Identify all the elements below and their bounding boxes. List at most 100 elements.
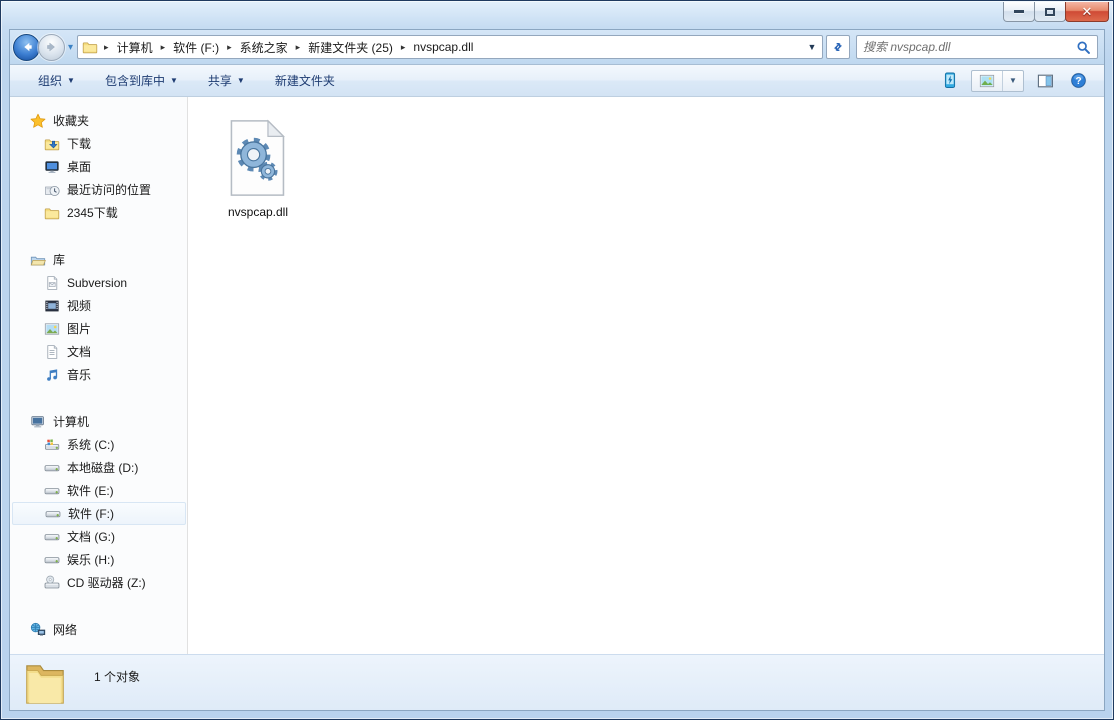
sidebar-section: 计算机 系统 (C:) 本地磁盘 (D:) 软件 (E:) 软件 (F:) 文档…: [10, 410, 187, 594]
dll-icon: [227, 119, 289, 197]
breadcrumb-separator-icon[interactable]: ▸: [157, 42, 170, 53]
address-bar[interactable]: ▸ 计算机 ▸ 软件 (F:) ▸ 系统之家 ▸ 新建文件夹 (25) ▸ nvspcap.dll…: [77, 35, 823, 59]
client-area: ▾ ▸ 计算机 ▸ 软件 (F:) ▸ 系统之家 ▸ 新建文件夹 (25) ▸ nvspcap.d…: [9, 29, 1105, 711]
breadcrumb-item[interactable]: 软件 (F:): [169, 37, 223, 58]
minimize-button[interactable]: [1003, 2, 1035, 22]
toolbar-button[interactable]: 共享 ▼: [200, 67, 253, 94]
drive-icon: [44, 529, 60, 545]
folder-icon: [82, 39, 98, 55]
chevron-down-icon: ▼: [169, 76, 178, 85]
search-input[interactable]: [863, 40, 1076, 54]
video-icon: [44, 298, 60, 314]
breadcrumb: ▸ 计算机 ▸ 软件 (F:) ▸ 系统之家 ▸ 新建文件夹 (25) ▸ nvspcap.dll: [100, 37, 804, 58]
sidebar-item[interactable]: 最近访问的位置: [10, 178, 187, 201]
help-icon: ?: [1070, 72, 1087, 89]
close-icon: ✕: [1081, 4, 1093, 19]
help-button[interactable]: ?: [1067, 69, 1090, 92]
desktop-icon: [44, 159, 60, 175]
picture-icon: [44, 321, 60, 337]
command-bar: 组织 ▼ 包含到库中 ▼ 共享 ▼ 新建文件夹 ▼?: [10, 64, 1104, 97]
item-count-label: 1 个对象: [94, 670, 141, 684]
network-icon: [30, 622, 46, 638]
views-icon: [979, 74, 995, 88]
minimize-icon: [1014, 10, 1024, 13]
drive-icon: [44, 552, 60, 568]
breadcrumb-separator-icon[interactable]: ▸: [223, 42, 236, 53]
drive-win-icon: [44, 437, 60, 453]
sidebar-item[interactable]: 文档 (G:): [10, 525, 187, 548]
sidebar-item[interactable]: Subversion: [10, 271, 187, 294]
preview-button[interactable]: [1034, 70, 1057, 92]
toolbar-button-label: 组织: [38, 74, 63, 88]
views-split-button[interactable]: ▼: [971, 69, 1024, 92]
toolbar-button[interactable]: 新建文件夹: [267, 67, 343, 94]
close-button[interactable]: ✕: [1065, 2, 1109, 22]
titlebar-controls: ✕: [1003, 2, 1109, 22]
views-dropdown-button[interactable]: ▼: [1003, 71, 1023, 91]
toolbar-button[interactable]: 包含到库中 ▼: [97, 67, 186, 94]
sidebar-item[interactable]: 视频: [10, 294, 187, 317]
file-item[interactable]: nvspcap.dll: [208, 109, 308, 219]
library-icon: [30, 252, 46, 268]
music-icon: [44, 367, 60, 383]
sidebar-item[interactable]: 文档: [10, 340, 187, 363]
toolbar-button-label: 新建文件夹: [274, 74, 335, 88]
file-list-area[interactable]: nvspcap.dll: [188, 97, 1104, 654]
toolbar-button-label: 共享: [207, 74, 232, 88]
svg-text:?: ?: [1075, 76, 1081, 87]
doc-icon: [44, 344, 60, 360]
forward-arrow-icon: [45, 40, 59, 54]
breadcrumb-separator-icon[interactable]: ▸: [397, 42, 410, 53]
preview-icon: [1037, 73, 1054, 89]
folder-download-icon: [44, 136, 60, 152]
sidebar-item[interactable]: 2345下载: [10, 201, 187, 224]
device-button[interactable]: [939, 69, 961, 92]
sidebar-item[interactable]: 音乐: [10, 363, 187, 386]
command-bar-right: ▼?: [939, 69, 1090, 92]
breadcrumb-item[interactable]: nvspcap.dll: [409, 38, 477, 56]
address-dropdown-button[interactable]: ▼: [804, 42, 820, 52]
toolbar-button-label: 包含到库中: [104, 74, 165, 88]
search-icon: [1076, 40, 1091, 55]
breadcrumb-separator-icon[interactable]: ▸: [292, 42, 305, 53]
maximize-button[interactable]: [1034, 2, 1066, 22]
sidebar-item[interactable]: 系统 (C:): [10, 433, 187, 456]
drive-icon: [44, 460, 60, 476]
sidebar-item[interactable]: CD 驱动器 (Z:): [10, 571, 187, 594]
sidebar-section-header[interactable]: 计算机: [10, 410, 187, 433]
sidebar-item[interactable]: 软件 (F:): [12, 502, 186, 525]
navigation-bar: ▾ ▸ 计算机 ▸ 软件 (F:) ▸ 系统之家 ▸ 新建文件夹 (25) ▸ nvspcap.d…: [10, 30, 1104, 64]
sidebar-item[interactable]: 软件 (E:): [10, 479, 187, 502]
breadcrumb-item[interactable]: 系统之家: [236, 37, 292, 58]
doc-env-icon: [44, 275, 60, 291]
maximize-icon: [1045, 7, 1055, 16]
sidebar-section-header[interactable]: 收藏夹: [10, 109, 187, 132]
forward-button[interactable]: [38, 33, 65, 61]
chevron-down-icon: ▼: [67, 76, 75, 85]
star-icon: [30, 113, 46, 129]
recent-icon: [44, 182, 60, 198]
breadcrumb-item[interactable]: 新建文件夹 (25): [304, 37, 397, 58]
device-icon: [942, 72, 958, 89]
sidebar-section-header[interactable]: 网络: [10, 618, 187, 641]
sidebar-item[interactable]: 下载: [10, 132, 187, 155]
navigation-pane: 收藏夹 下载 桌面 最近访问的位置 2345下载 库 Subversion 视频…: [10, 97, 188, 654]
sidebar-section: 库 Subversion 视频 图片 文档 音乐: [10, 248, 187, 386]
sidebar-item[interactable]: 桌面: [10, 155, 187, 178]
sidebar-section: 网络: [10, 618, 187, 641]
sidebar-item[interactable]: 图片: [10, 317, 187, 340]
sidebar-section: 收藏夹 下载 桌面 最近访问的位置 2345下载: [10, 109, 187, 224]
toolbar-button[interactable]: 组织 ▼: [30, 67, 83, 94]
refresh-icon: [831, 40, 845, 54]
breadcrumb-item[interactable]: 计算机: [113, 37, 157, 58]
search-box: [856, 35, 1098, 59]
sidebar-section-header[interactable]: 库: [10, 248, 187, 271]
sidebar-item[interactable]: 娱乐 (H:): [10, 548, 187, 571]
breadcrumb-separator-icon[interactable]: ▸: [100, 42, 113, 53]
file-name-label: nvspcap.dll: [227, 205, 289, 219]
refresh-button[interactable]: [826, 35, 850, 59]
history-dropdown-button[interactable]: ▾: [68, 42, 73, 53]
back-button[interactable]: [13, 33, 40, 61]
sidebar-item[interactable]: 本地磁盘 (D:): [10, 456, 187, 479]
cd-icon: [44, 575, 60, 591]
